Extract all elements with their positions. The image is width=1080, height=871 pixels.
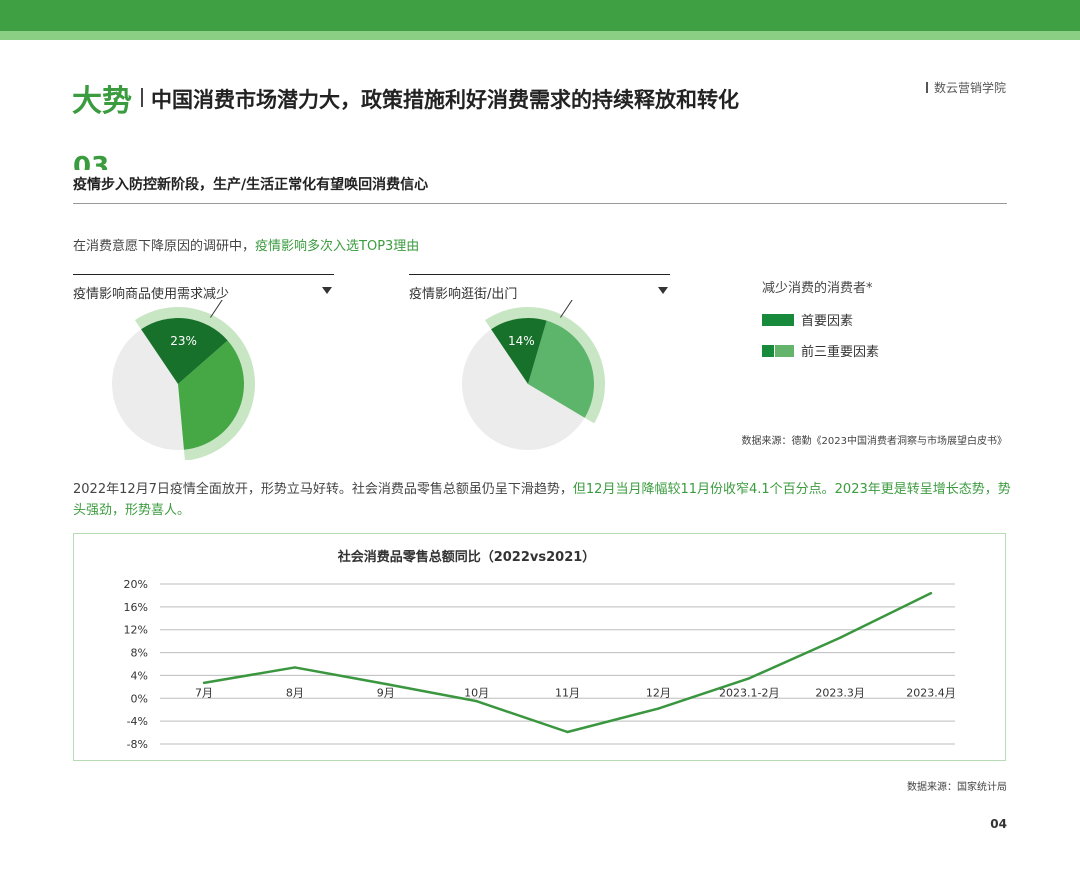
y-tick-label: 20%	[124, 578, 148, 591]
x-tick-label: 2023.4月	[906, 686, 956, 699]
data-point	[838, 636, 842, 639]
x-tick-label: 9月	[377, 686, 395, 699]
series-line	[203, 592, 932, 734]
y-tick-label: -8%	[127, 738, 148, 751]
data-point	[748, 677, 751, 680]
y-tick-label: 12%	[124, 624, 148, 637]
x-tick-label: 8月	[286, 686, 304, 699]
x-tick-label: 11月	[555, 686, 580, 699]
x-tick-label: 2023.3月	[815, 686, 865, 699]
data-point	[929, 591, 933, 595]
y-tick-label: 0%	[131, 692, 148, 705]
page-number: 04	[990, 817, 1007, 831]
line-chart: 20% 16% 12% 8% 4% 0% -4% -8% 7月 8月 9月 10月 11月 12月 2023…	[124, 578, 956, 751]
data-point	[475, 699, 478, 703]
data-point	[384, 682, 387, 686]
y-tick-label: 4%	[131, 669, 148, 682]
y-tick-label: 16%	[124, 601, 148, 614]
data-point	[202, 681, 206, 685]
data-point	[657, 707, 660, 710]
data-point	[566, 730, 569, 734]
x-tick-label: 2023.1-2月	[719, 686, 779, 699]
y-tick-label: 8%	[131, 647, 148, 660]
x-tick-label: 12月	[646, 686, 671, 699]
y-tick-label: -4%	[127, 715, 148, 728]
x-tick-label: 10月	[464, 686, 489, 699]
data-point	[293, 666, 297, 669]
x-tick-label: 7月	[195, 686, 213, 699]
source-note-stats: 数据来源：国家统计局	[907, 782, 1007, 793]
